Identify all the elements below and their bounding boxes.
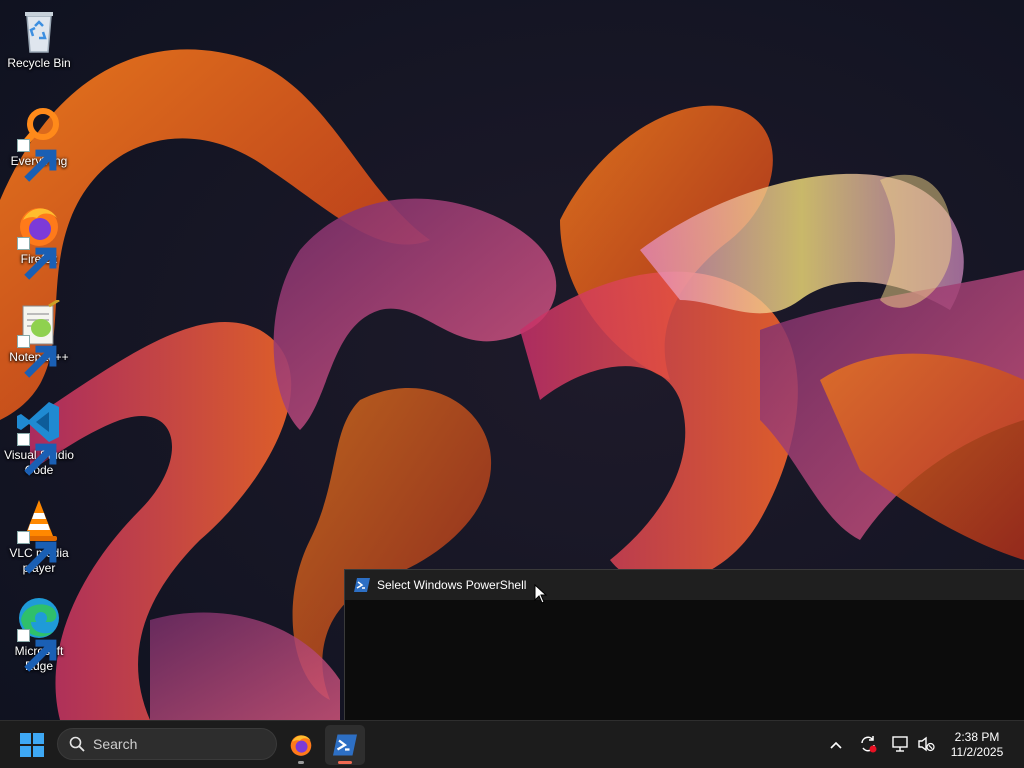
- start-button[interactable]: [14, 730, 50, 760]
- taskbar-clock[interactable]: 2:38 PM 11/2/2025: [942, 730, 1012, 760]
- vlc-cone-icon: [15, 496, 63, 574]
- desktop-icon-visual-studio-code[interactable]: Visual Studio Code: [2, 392, 76, 478]
- edge-icon: [15, 594, 63, 672]
- desktop-icon-vlc[interactable]: VLC media player: [2, 490, 76, 576]
- taskbar-app-powershell[interactable]: [325, 725, 365, 765]
- taskbar-search-box[interactable]: Search: [57, 728, 277, 760]
- notepad-plus-plus-icon: [15, 300, 63, 378]
- chevron-up-icon[interactable]: [826, 735, 846, 755]
- shortcut-arrow-icon: [17, 139, 57, 182]
- shortcut-arrow-icon: [17, 335, 57, 378]
- sync-icon[interactable]: [858, 734, 878, 754]
- clock-date: 11/2/2025: [950, 745, 1004, 759]
- desktop-icon-everything[interactable]: Everything: [2, 98, 76, 182]
- console-area[interactable]: [345, 600, 1024, 720]
- volume-muted-icon[interactable]: [916, 734, 936, 754]
- desktop-icon-notepad-plus-plus[interactable]: Notepad++: [2, 294, 76, 378]
- desktop-icon-label: Recycle Bin: [7, 56, 71, 70]
- shortcut-arrow-icon: [17, 237, 57, 280]
- desktop-icon-firefox[interactable]: Firefox: [2, 196, 76, 280]
- everything-search-icon: [15, 104, 63, 182]
- active-indicator: [338, 761, 352, 764]
- taskbar-app-firefox[interactable]: [281, 725, 321, 765]
- mouse-pointer-icon: [534, 584, 548, 604]
- shortcut-arrow-icon: [17, 433, 57, 476]
- running-indicator: [298, 761, 304, 764]
- search-icon: [69, 736, 85, 752]
- window-title: Select Windows PowerShell: [377, 578, 527, 592]
- clock-time: 2:38 PM: [954, 730, 1000, 744]
- shortcut-arrow-icon: [17, 629, 57, 672]
- powershell-icon: [333, 734, 357, 756]
- recycle-bin-icon: [15, 6, 63, 54]
- firefox-icon: [15, 202, 63, 280]
- taskbar: Search 2:38 PM 11/2/2025: [0, 720, 1024, 768]
- powershell-window[interactable]: Select Windows PowerShell: [344, 569, 1024, 720]
- vscode-icon: [15, 398, 63, 476]
- search-placeholder: Search: [93, 736, 138, 752]
- powershell-icon: [354, 578, 370, 592]
- desktop-icon-recycle-bin[interactable]: Recycle Bin: [2, 0, 76, 71]
- desktop-icon-microsoft-edge[interactable]: Microsoft Edge: [2, 588, 76, 674]
- shortcut-arrow-icon: [17, 531, 57, 574]
- window-titlebar[interactable]: Select Windows PowerShell: [345, 570, 1024, 600]
- firefox-icon: [290, 735, 312, 756]
- network-icon[interactable]: [890, 734, 910, 754]
- windows-logo-icon: [20, 733, 44, 757]
